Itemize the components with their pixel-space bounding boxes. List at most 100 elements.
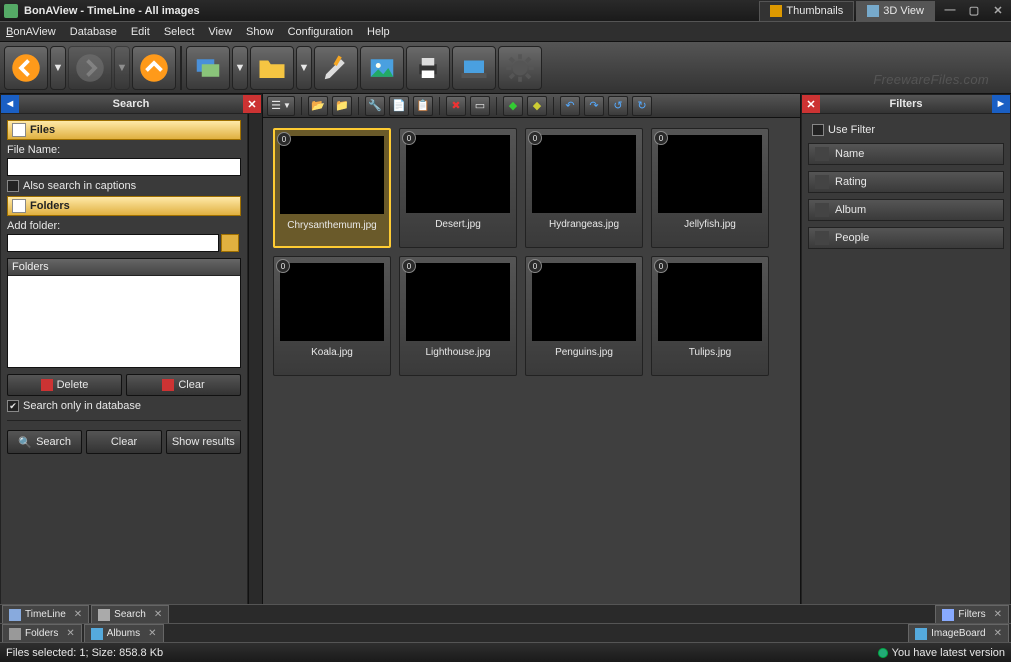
undo-icon: ↶ — [565, 99, 574, 112]
slideshow-button[interactable] — [186, 46, 230, 90]
filter-album[interactable]: Album — [808, 199, 1004, 221]
thumbnail-item[interactable]: 0Chrysanthemum.jpg — [273, 128, 391, 248]
tab-3d-view[interactable]: 3D View — [856, 1, 935, 21]
delete-file-button[interactable]: ✖ — [446, 96, 466, 116]
menu-edit[interactable]: Edit — [131, 26, 150, 38]
tab-search[interactable]: Search✕ — [91, 605, 169, 623]
checkbox-icon — [7, 180, 19, 192]
rating-badge: 0 — [654, 259, 668, 273]
bottom-tabs-row2: Folders✕ Albums✕ ImageBoard✕ — [0, 623, 1011, 642]
show-results-button[interactable]: Show results — [166, 430, 241, 454]
paste-button[interactable]: 📋 — [413, 96, 433, 116]
clear-folders-button[interactable]: Clear — [126, 374, 241, 396]
folders-listbox[interactable]: Folders — [7, 258, 241, 368]
close-icon[interactable]: ✕ — [66, 628, 74, 639]
filter-name[interactable]: Name — [808, 143, 1004, 165]
folder-dropdown[interactable]: ▼ — [296, 46, 312, 90]
sep — [496, 97, 497, 115]
rotate-right-button[interactable]: ↻ — [632, 96, 652, 116]
tab-thumbnails[interactable]: Thumbnails — [759, 1, 854, 21]
album-icon — [815, 203, 829, 217]
filename-input[interactable] — [7, 158, 241, 176]
clear-button[interactable]: Clear — [86, 430, 161, 454]
rotate-left-button[interactable]: ↺ — [608, 96, 628, 116]
open-button[interactable]: 📂 — [308, 96, 328, 116]
settings-button[interactable] — [498, 46, 542, 90]
folders-section-header[interactable]: Folders — [7, 196, 241, 216]
filters-close[interactable]: ✕ — [802, 95, 820, 113]
sep — [553, 97, 554, 115]
open-location-button[interactable]: 📁 — [332, 96, 352, 116]
tab-folders[interactable]: Folders✕ — [2, 624, 82, 642]
rename-button[interactable]: ▭ — [470, 96, 490, 116]
thumbnail-item[interactable]: 0Desert.jpg — [399, 128, 517, 248]
thumbnail-item[interactable]: 0Penguins.jpg — [525, 256, 643, 376]
copy-button[interactable]: 📄 — [389, 96, 409, 116]
filter-rating[interactable]: Rating — [808, 171, 1004, 193]
also-captions-checkbox[interactable]: Also search in captions — [7, 180, 241, 192]
close-icon[interactable]: ✕ — [994, 609, 1002, 620]
filters-panel: ✕ Filters ► Use Filter Name Rating Album… — [801, 94, 1011, 604]
thumbnail-item[interactable]: 0 Hydrangeas.jpg — [525, 128, 643, 248]
tools-button[interactable]: 🔧 — [365, 96, 385, 116]
edit-tools-button[interactable] — [314, 46, 358, 90]
tab-albums[interactable]: Albums✕ — [84, 624, 164, 642]
window-title: BonAView - TimeLine - All images — [24, 5, 200, 17]
menu-show[interactable]: Show — [246, 26, 274, 38]
toolbar-separator — [180, 46, 182, 90]
close-button[interactable]: ✕ — [989, 4, 1007, 18]
addfolder-label: Add folder: — [7, 220, 241, 232]
tab-timeline[interactable]: TimeLine✕ — [2, 605, 89, 623]
addfolder-input[interactable] — [7, 234, 219, 252]
back-dropdown[interactable]: ▼ — [50, 46, 66, 90]
filter-people[interactable]: People — [808, 227, 1004, 249]
close-icon[interactable]: ✕ — [148, 628, 156, 639]
clear2-label: Clear — [111, 436, 137, 448]
menu-database[interactable]: Database — [70, 26, 117, 38]
thumbnail-caption: Hydrangeas.jpg — [530, 219, 638, 230]
rating-badge: 0 — [528, 131, 542, 145]
search-scrollbar[interactable] — [248, 114, 262, 604]
tab-filters[interactable]: Filters✕ — [935, 605, 1009, 623]
folder-button[interactable] — [250, 46, 294, 90]
search-collapse-left[interactable]: ◄ — [1, 95, 19, 113]
view-mode-button[interactable]: ☰▼ — [267, 96, 295, 116]
menu-select[interactable]: Select — [164, 26, 195, 38]
close-icon[interactable]: ✕ — [74, 609, 82, 620]
use-filter-checkbox[interactable]: Use Filter — [808, 120, 1004, 140]
filter-people-label: People — [835, 232, 869, 244]
tag-yellow-button[interactable]: ◆ — [527, 96, 547, 116]
image-adjust-button[interactable] — [360, 46, 404, 90]
tab-imageboard[interactable]: ImageBoard✕ — [908, 624, 1009, 642]
files-section-header[interactable]: Files — [7, 120, 241, 140]
redo-button[interactable]: ↷ — [584, 96, 604, 116]
print-button[interactable] — [406, 46, 450, 90]
browse-folder-button[interactable] — [221, 234, 239, 252]
paste-icon: 📋 — [416, 99, 430, 112]
minimize-button[interactable]: — — [941, 4, 959, 18]
undo-button[interactable]: ↶ — [560, 96, 580, 116]
maximize-button[interactable]: ▢ — [965, 4, 983, 18]
filter-album-label: Album — [835, 204, 866, 216]
acquire-button[interactable] — [452, 46, 496, 90]
menu-bonaview[interactable]: BBonAViewonAView — [6, 26, 56, 38]
menu-help[interactable]: Help — [367, 26, 390, 38]
close-icon[interactable]: ✕ — [154, 609, 162, 620]
rotate-left-icon: ↺ — [613, 99, 622, 112]
thumbnail-item[interactable]: 0Tulips.jpg — [651, 256, 769, 376]
thumbnail-item[interactable]: 0Jellyfish.jpg — [651, 128, 769, 248]
delete-button[interactable]: Delete — [7, 374, 122, 396]
back-button[interactable] — [4, 46, 48, 90]
thumbnail-item[interactable]: 0Koala.jpg — [273, 256, 391, 376]
filters-collapse-right[interactable]: ► — [992, 95, 1010, 113]
menu-view[interactable]: View — [208, 26, 232, 38]
menu-configuration[interactable]: Configuration — [288, 26, 353, 38]
close-icon[interactable]: ✕ — [994, 628, 1002, 639]
thumbnail-item[interactable]: 0Lighthouse.jpg — [399, 256, 517, 376]
up-button[interactable] — [132, 46, 176, 90]
search-button[interactable]: 🔍Search — [7, 430, 82, 454]
slideshow-dropdown[interactable]: ▼ — [232, 46, 248, 90]
search-only-db-checkbox[interactable]: ✔ Search only in database — [7, 400, 241, 412]
search-close[interactable]: ✕ — [243, 95, 261, 113]
tag-green-button[interactable]: ◆ — [503, 96, 523, 116]
